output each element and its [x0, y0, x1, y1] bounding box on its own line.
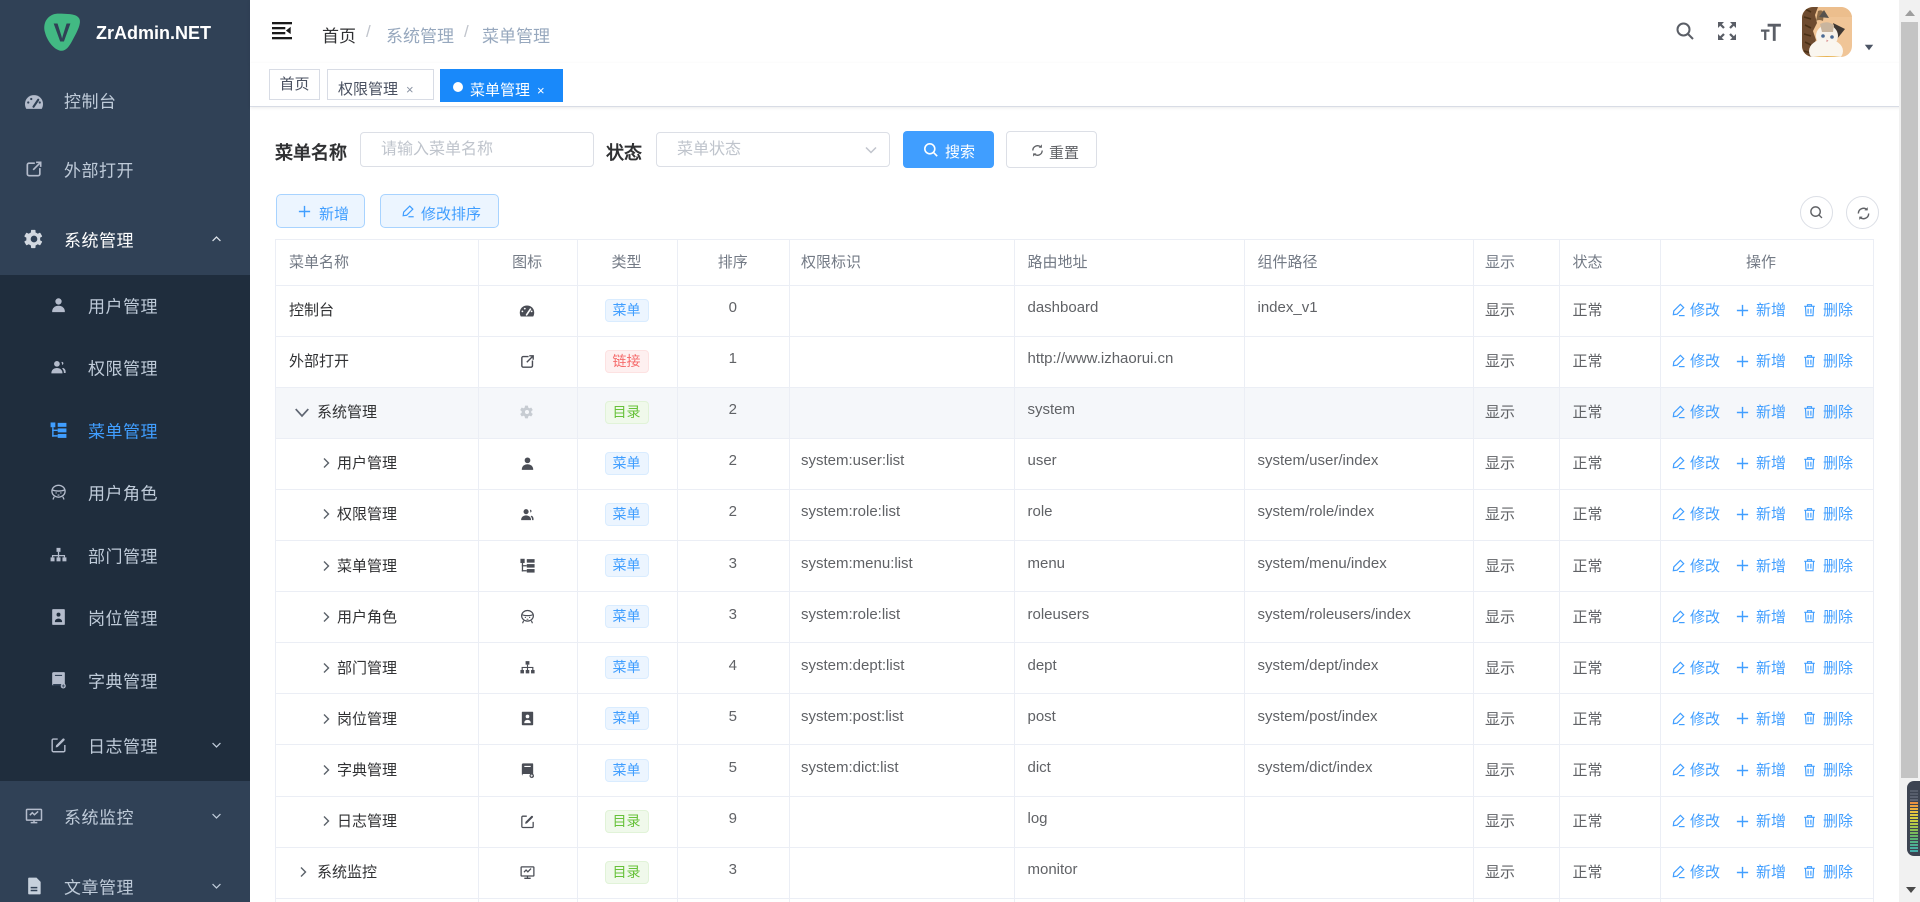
svg-text:V: V	[53, 20, 70, 48]
